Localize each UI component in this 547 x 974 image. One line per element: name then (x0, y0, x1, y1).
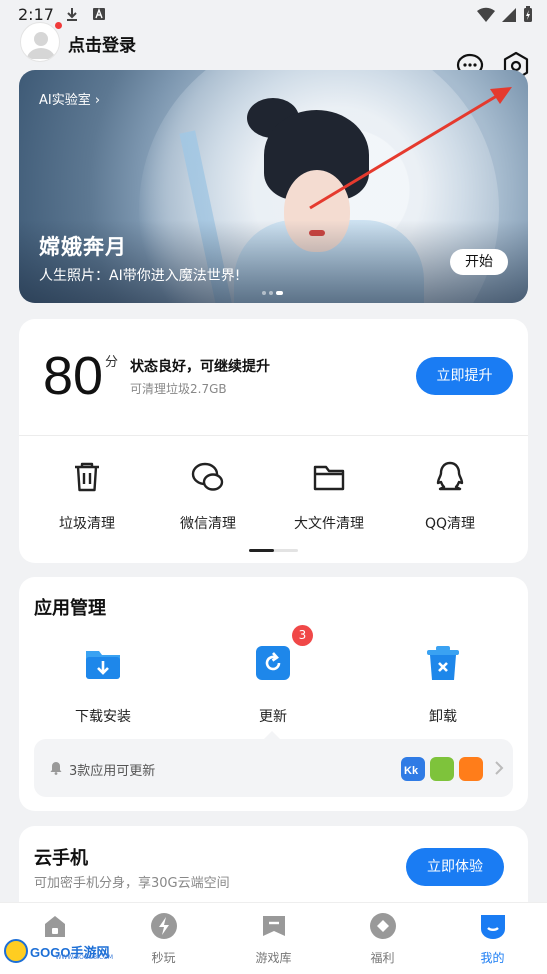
notification-dot (55, 22, 62, 29)
nav-label: 我的 (480, 951, 505, 965)
download-install-item[interactable]: 下载安装 (48, 643, 158, 726)
tool-label: 大文件清理 (294, 516, 364, 532)
carousel-dot-active (276, 291, 283, 295)
signal-icon (502, 7, 516, 22)
chevron-right-icon (495, 761, 504, 775)
trash-icon (75, 462, 99, 492)
wechat-icon (191, 462, 224, 491)
score-unit: 分 (105, 355, 119, 370)
tool-label: 微信清理 (180, 516, 236, 532)
user-avatar-icon (27, 32, 55, 59)
carousel-dot (269, 291, 273, 295)
ai-lab-label: AI实验室 (39, 93, 91, 108)
app-item-label: 卸载 (429, 709, 457, 725)
update-icon (256, 646, 290, 680)
app-thumbnail-icon (430, 757, 454, 781)
qq-icon (436, 461, 464, 491)
site-watermark: GOGO手游网 WWW.GOGO8.COM (4, 938, 113, 964)
tool-label: 垃圾清理 (59, 516, 115, 532)
wifi-icon (477, 7, 495, 22)
try-now-button[interactable]: 立即体验 (406, 848, 504, 886)
watermark-url: WWW.GOGO8.COM (55, 953, 114, 961)
uninstall-item[interactable]: 卸载 (388, 643, 498, 726)
section-title: 云手机 (34, 848, 88, 869)
folder-icon (313, 465, 345, 491)
status-title: 状态良好，可继续提升 (130, 359, 270, 375)
chevron-right-icon: › (94, 93, 101, 108)
carousel-dot (262, 291, 266, 295)
nav-profile[interactable]: 我的 (438, 903, 547, 974)
update-count-badge: 3 (292, 625, 313, 646)
download-icon (67, 8, 77, 21)
nav-game-library[interactable]: 游戏库 (219, 903, 328, 974)
section-title: 应用管理 (34, 598, 106, 619)
nav-label: 福利 (370, 951, 395, 965)
app-item-label: 更新 (259, 709, 287, 725)
bell-icon (50, 762, 62, 775)
ai-lab-link[interactable]: AI实验室 › (39, 89, 100, 108)
keyboard-a-icon (93, 8, 105, 20)
download-folder-icon (86, 651, 120, 679)
divider (19, 435, 528, 436)
battery-icon (524, 6, 532, 22)
nav-quick-play[interactable]: 秒玩 (109, 903, 218, 974)
avatar[interactable] (20, 22, 60, 62)
svg-text:Kk: Kk (404, 765, 419, 777)
update-notice-bar[interactable]: 3款应用可更新 Kk (34, 739, 513, 797)
watermark-logo-icon (4, 939, 28, 963)
annotation-arrow-icon (309, 87, 512, 210)
nav-label: 游戏库 (255, 951, 292, 965)
update-notice-text: 3款应用可更新 (69, 764, 156, 779)
lightning-icon (150, 913, 177, 939)
boost-button[interactable]: 立即提升 (416, 357, 513, 395)
junk-clean-tool[interactable]: 垃圾清理 (32, 459, 142, 533)
update-item[interactable]: 更新 (218, 643, 328, 726)
banner-subtitle: 人生照片：AI带你进入魔法世界! (39, 268, 241, 284)
carousel-indicator (262, 291, 283, 295)
game-library-icon (262, 916, 285, 936)
profile-icon (480, 915, 505, 939)
tools-pager-thumb (249, 549, 274, 552)
phone-status-card: 80 分 状态良好，可继续提升 可清理垃圾2.7GB 立即提升 垃圾清理 微信清… (19, 319, 528, 563)
start-button[interactable]: 开始 (450, 249, 508, 275)
cloud-phone-subtitle: 可加密手机分身，享30G云端空间 (34, 876, 230, 891)
uninstall-icon (427, 646, 459, 680)
home-icon (44, 916, 65, 937)
status-icons (477, 6, 533, 23)
login-link[interactable]: 点击登录 (68, 31, 136, 56)
score-value: 80 (43, 346, 104, 406)
app-thumbnail-icon: Kk (401, 757, 425, 781)
nav-label: 秒玩 (151, 951, 176, 965)
banner-title: 嫦娥奔月 (39, 235, 127, 259)
app-management-card: 应用管理 下载安装 更新 3 卸载 3款应用可更新 Kk (19, 577, 528, 811)
qq-clean-tool[interactable]: QQ清理 (395, 459, 505, 533)
tool-label: QQ清理 (424, 516, 476, 532)
wechat-clean-tool[interactable]: 微信清理 (153, 459, 263, 533)
status-bar: 2:17 (0, 0, 547, 30)
nav-welfare[interactable]: 福利 (328, 903, 437, 974)
app-thumbnail-icon (459, 757, 483, 781)
gift-icon (369, 913, 396, 939)
app-item-label: 下载安装 (75, 709, 131, 725)
large-file-clean-tool[interactable]: 大文件清理 (274, 459, 384, 533)
status-time: 2:17 (18, 5, 54, 24)
junk-size-text: 可清理垃圾2.7GB (130, 382, 227, 396)
